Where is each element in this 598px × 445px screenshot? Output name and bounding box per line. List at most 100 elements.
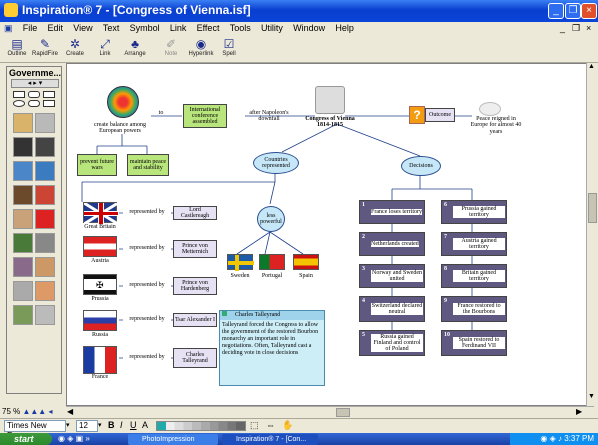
underline-button[interactable]: U bbox=[130, 420, 137, 430]
bold-button[interactable]: B bbox=[108, 420, 115, 430]
menu-text[interactable]: Text bbox=[99, 22, 124, 34]
shape-buttons[interactable] bbox=[11, 89, 59, 109]
decisions-oval[interactable]: Decisions bbox=[401, 156, 441, 176]
minimize-button[interactable]: _ bbox=[548, 3, 564, 19]
speaker-symbol-icon[interactable] bbox=[13, 137, 33, 157]
link-button[interactable]: ⤢ Link bbox=[92, 37, 118, 61]
conference-box[interactable]: International conference assembled bbox=[183, 104, 227, 128]
task-photoimpression[interactable]: PhotoImpression bbox=[128, 434, 218, 445]
decision-box[interactable]: 2 Netherlands created bbox=[359, 232, 425, 256]
menu-edit[interactable]: Edit bbox=[44, 22, 68, 34]
rect-shape-icon[interactable] bbox=[13, 91, 25, 98]
note-button[interactable]: ✐ Note bbox=[158, 37, 184, 61]
prevent-wars-box[interactable]: prevent future wars bbox=[77, 154, 117, 176]
spell-button[interactable]: ☑ Spell bbox=[216, 37, 242, 61]
flag-usa-symbol-icon[interactable] bbox=[35, 185, 55, 205]
map-symbol-icon[interactable] bbox=[13, 305, 33, 325]
decision-box[interactable]: 4 Switzerland declared neutral bbox=[359, 296, 425, 322]
menu-effect[interactable]: Effect bbox=[193, 22, 224, 34]
handshake-symbol-icon[interactable] bbox=[13, 209, 33, 229]
title-bar[interactable]: Inspiration® 7 - [Congress of Vienna.isf… bbox=[0, 0, 598, 22]
font-size-select[interactable]: 12 bbox=[76, 420, 98, 432]
decision-box[interactable]: 10 Spain restored to Ferdinand VII bbox=[441, 330, 507, 356]
decision-box[interactable]: 3 Norway and Sweden united bbox=[359, 264, 425, 288]
square-shape-icon[interactable] bbox=[43, 100, 55, 107]
task-inspiration[interactable]: Inspiration® 7 - [Con... bbox=[222, 434, 318, 445]
pill-shape-icon[interactable] bbox=[28, 100, 40, 107]
flag-symbol-icon[interactable] bbox=[13, 113, 33, 133]
italic-button[interactable]: I bbox=[120, 420, 123, 430]
text-color-icon[interactable]: A bbox=[142, 420, 148, 430]
diagram-canvas[interactable]: to International conference assembled af… bbox=[66, 63, 594, 406]
menu-utility[interactable]: Utility bbox=[257, 22, 287, 34]
scale-balance-image[interactable] bbox=[107, 86, 139, 118]
horizontal-scrollbar[interactable]: 75 % ▲▲▲ ◀ ▶ bbox=[6, 406, 594, 418]
representative-box[interactable]: Prince von Metternich bbox=[173, 240, 217, 258]
books-symbol-icon[interactable] bbox=[13, 185, 33, 205]
maintain-peace-box[interactable]: maintain peace and stability bbox=[127, 154, 169, 176]
font-dropdown-icon[interactable]: ▾ bbox=[66, 421, 70, 429]
outline-button[interactable]: ▤ Outline bbox=[4, 37, 30, 61]
menu-file[interactable]: File bbox=[19, 22, 42, 34]
tray-icons[interactable]: ◉ ◈ ♪ bbox=[540, 434, 564, 443]
scroll-up-icon[interactable]: ▲ bbox=[588, 63, 595, 70]
scroll-down-icon[interactable]: ▼ bbox=[588, 393, 595, 400]
hyperlink-button[interactable]: ◉ Hyperlink bbox=[188, 37, 214, 61]
decision-box[interactable]: 8 Britain gained territory bbox=[441, 264, 507, 288]
courthouse-symbol-icon[interactable] bbox=[35, 305, 55, 325]
oval-shape-icon[interactable] bbox=[13, 100, 25, 107]
decision-box[interactable]: 5 Russia gained Finland and control of Po… bbox=[359, 330, 425, 356]
font-select[interactable]: Times New Roman bbox=[4, 420, 66, 440]
scroll-left-icon[interactable]: ◀ bbox=[67, 407, 73, 416]
representative-box[interactable]: Prince von Hardenberg bbox=[173, 277, 217, 295]
talleyrand-note[interactable]: Charles Talleyrand Talleyrand forced the… bbox=[219, 310, 325, 386]
quicklaunch-icons[interactable]: ◉ ◈ ▣ » bbox=[58, 434, 90, 443]
treaty-quill-image[interactable] bbox=[315, 86, 345, 114]
outcome-question-icon[interactable]: ? bbox=[409, 106, 425, 124]
hammer-sickle-symbol-icon[interactable] bbox=[35, 209, 55, 229]
hand-icon[interactable]: ✋ bbox=[282, 420, 293, 431]
representative-box[interactable]: Lord Castlereagh bbox=[173, 206, 217, 220]
globe-symbol-icon[interactable] bbox=[35, 161, 55, 181]
menu-link[interactable]: Link bbox=[166, 22, 191, 34]
hscroll-thumb[interactable] bbox=[336, 408, 350, 417]
united-nations-symbol-icon[interactable] bbox=[13, 161, 33, 181]
vertical-scrollbar[interactable]: ▲ ▼ bbox=[586, 63, 598, 406]
representative-box[interactable]: Charles Talleyrand bbox=[173, 348, 217, 368]
countries-oval[interactable]: Countries represented bbox=[253, 152, 299, 174]
building-symbol-icon[interactable] bbox=[35, 113, 55, 133]
ballot-symbol-icon[interactable] bbox=[35, 233, 55, 253]
house-symbol-icon[interactable] bbox=[35, 281, 55, 301]
representative-box[interactable]: Tsar Alexander I bbox=[173, 313, 217, 327]
decision-box[interactable]: 1 France loses territory bbox=[359, 200, 425, 224]
size-dropdown-icon[interactable]: ▾ bbox=[98, 421, 102, 429]
menu-help[interactable]: Help bbox=[331, 22, 358, 34]
decision-box[interactable]: 7 Austria gained territory bbox=[441, 232, 507, 256]
palette-nav[interactable]: ◂ ▸ ▾ bbox=[11, 79, 59, 88]
person-symbol-icon[interactable] bbox=[35, 257, 55, 277]
zoom-control[interactable]: 75 % ▲▲▲ ◂ bbox=[2, 407, 66, 418]
menu-tools[interactable]: Tools bbox=[226, 22, 255, 34]
rounded-shape-icon[interactable] bbox=[28, 91, 40, 98]
scroll-thumb[interactable] bbox=[588, 193, 597, 223]
link-style-icon[interactable]: ⬚ bbox=[250, 420, 259, 431]
maximize-button[interactable]: ❐ bbox=[565, 3, 581, 19]
align-icon[interactable]: ⇔ bbox=[266, 420, 275, 430]
doc-close-button[interactable]: × bbox=[582, 22, 595, 34]
city-symbol-icon[interactable] bbox=[13, 281, 33, 301]
menu-view[interactable]: View bbox=[69, 22, 96, 34]
scroll-right-icon[interactable]: ▶ bbox=[576, 407, 582, 416]
menu-window[interactable]: Window bbox=[289, 22, 329, 34]
create-button[interactable]: ✲ Create bbox=[62, 37, 88, 61]
box-shape-icon[interactable] bbox=[43, 91, 55, 98]
menu-symbol[interactable]: Symbol bbox=[126, 22, 164, 34]
rapidfire-button[interactable]: ✎ RapidFire bbox=[32, 37, 58, 61]
crowd-symbol-icon[interactable] bbox=[35, 137, 55, 157]
group-symbol-icon[interactable] bbox=[13, 257, 33, 277]
close-button[interactable]: × bbox=[581, 3, 597, 19]
less-powerful-oval[interactable]: less powerful bbox=[257, 206, 285, 232]
arrange-button[interactable]: ♣ Arrange bbox=[122, 37, 148, 61]
dove-image[interactable] bbox=[479, 102, 501, 116]
start-button[interactable]: start bbox=[0, 433, 52, 445]
color-swatches[interactable] bbox=[156, 421, 246, 431]
